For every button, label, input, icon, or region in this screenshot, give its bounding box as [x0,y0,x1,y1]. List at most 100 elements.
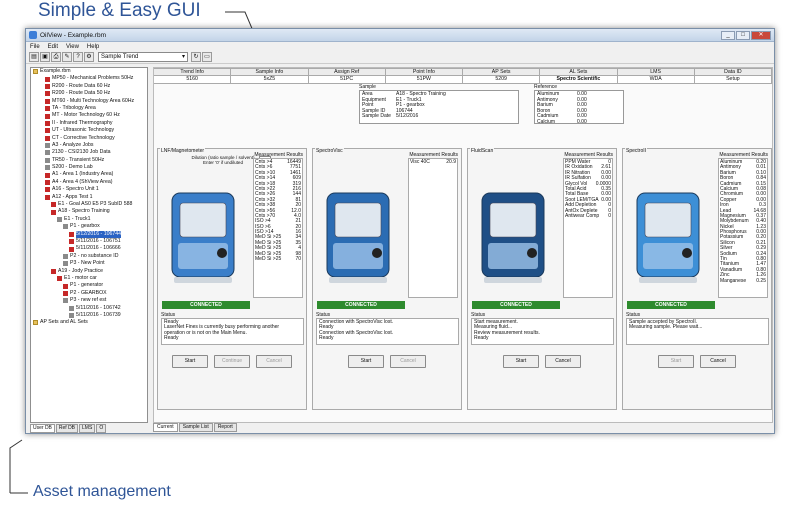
start-button[interactable]: Start [503,355,539,368]
status-log[interactable]: Sample accepted by SpectroII. Measuring s… [626,318,769,345]
tab-o[interactable]: O [96,424,107,433]
status-log[interactable]: Ready LaserNet Fines is currently busy pe… [161,318,304,345]
menu-edit[interactable]: Edit [48,44,58,50]
info-header-tab[interactable]: LMS [617,68,695,76]
tree-item[interactable]: P3 - New Point [31,260,147,267]
measurement-results[interactable]: Cnts >4 16449 Cnts >6 7751 Cnts >10 1461 Cnts … [253,158,303,298]
tree-item[interactable]: P2 - GEARBOX [31,290,147,297]
help-icon[interactable]: ? [73,52,83,62]
start-button[interactable]: Start [172,355,208,368]
continue-button[interactable]: Continue [214,355,250,368]
tree-item[interactable]: MT60 - Multi Technology Area 60Hz [31,98,147,105]
tree-item[interactable]: TA - Tribology Area [31,105,147,112]
menu-file[interactable]: File [30,44,40,50]
info-header-tab[interactable]: AP Sets [463,68,541,76]
reference-fields[interactable]: Aluminum 0.00 Antimony 0.00 Barium 0.00 Boron 0… [534,90,624,124]
tree-item[interactable]: P3 - new ref est [31,297,147,304]
tree-item[interactable]: E1 - motor car [31,275,147,282]
tab-user-db[interactable]: User DB [30,424,55,433]
status-line: Ready [474,335,489,342]
tree-item[interactable]: II - Infrared Thermography [31,120,147,127]
minimize-button[interactable]: _ [721,30,735,40]
asset-status-icon [45,180,50,186]
print-icon[interactable]: ⎙ [51,52,61,62]
info-header-tab[interactable]: AL Sets [540,68,618,76]
tree-item[interactable]: S200 - Demo Lab [31,164,147,171]
instrument-image [319,173,401,293]
tree-item[interactable]: 5/11/2016 - 106739 [31,312,147,319]
measurement-results[interactable]: PPM Water 0 IR Oxidation 2.61 IR Nitration 0.… [563,158,613,298]
properties-icon[interactable]: ✎ [62,52,72,62]
tab-sample-list[interactable]: Sample List [178,423,213,432]
tree-item[interactable]: E1 - Goal AS0 E5 P3 SubID 588 [31,201,147,208]
tree-item[interactable]: 5/11/2016 - 106751 [31,238,147,245]
tools-icon[interactable]: ⚙ [84,52,94,62]
asset-status-icon [51,202,56,208]
instrument-illustration [481,192,545,283]
tree-item-label: TA - Tribology Area [52,104,96,111]
tree-item[interactable]: MP50 - Mechanical Problems 50Hz [31,75,147,82]
tree-item[interactable]: R200 - Route Data 50 Hz [31,90,147,97]
tree-item[interactable]: A1 - Area 1 (Industry Area) [31,171,147,178]
menu-help[interactable]: Help [87,44,99,50]
tree-item[interactable]: A3 - Analyze Jobs [31,142,147,149]
tree-item[interactable]: P1 - generator [31,282,147,289]
tree-item[interactable]: 5/12/2016 - 106744 [31,230,147,238]
tree-item-label: AP Sets and AL Sets [40,319,88,326]
close-button[interactable]: ✕ [751,30,771,40]
measurement-results[interactable]: Visc 40C 20.9 [408,158,458,298]
info-header-tab[interactable]: Point Info [385,68,463,76]
tree-item[interactable]: A16 - Spectro Unit 1 [31,186,147,193]
info-header-tab[interactable]: Data ID [694,68,772,76]
measurement-results[interactable]: Aluminum 0.20 Antimony 0.01 Barium 0.10 Boron 0… [718,158,768,298]
status-log[interactable]: Connection with SpectroVisc lost. Ready Co… [316,318,459,345]
tree-item[interactable]: 2130 - CSI2130 Job Data [31,149,147,156]
start-button[interactable]: Start [348,355,384,368]
refresh-icon[interactable]: ↻ [191,52,201,62]
connected-status-badge: CONNECTED [472,301,560,309]
asset-status-icon [51,209,56,215]
info-value: Setup [694,76,772,84]
tree-item[interactable]: R200 - Route Data 60 Hz [31,83,147,90]
dilution-label: Dilution (ratio sample / solvent) Enter … [191,155,255,165]
result-value: 0 [608,212,611,219]
info-header-tab[interactable]: Assign Ref [308,68,386,76]
tree-item[interactable]: 5/11/2016 - 106666 [31,245,147,252]
tree-item[interactable]: P2 - no substance ID [31,253,147,260]
info-header-tab[interactable]: Trend Info [154,68,232,76]
tree-item[interactable]: A18 - Spectro Training [31,208,147,215]
tree-item[interactable]: A4 - Area 4 (ShView Area) [31,179,147,186]
tab-lms[interactable]: LMS [79,424,96,433]
tree-item[interactable]: AP Sets and AL Sets [31,319,147,326]
save-icon[interactable]: ▣ [40,52,50,62]
menu-view[interactable]: View [66,44,79,50]
status-log[interactable]: Start measurement. Measuring fluid... Revi… [471,318,614,345]
tree-item[interactable]: MT - Motor Technology 60 Hz [31,112,147,119]
cancel-button[interactable]: Cancel [390,355,426,368]
tree-item[interactable]: UT - Ultrasonic Technology [31,127,147,134]
tab-report[interactable]: Report [213,423,237,432]
cancel-button[interactable]: Cancel [545,355,581,368]
tree-item[interactable]: TR50 - Transient 50Hz [31,157,147,164]
tree-item[interactable]: A12 - Apps Test 1 [31,194,147,201]
cancel-button[interactable]: Cancel [700,355,736,368]
view-dropdown[interactable]: Sample Trend [98,52,188,62]
tree-item[interactable]: A19 - Jody Practice [31,268,147,275]
start-button[interactable]: Start [658,355,694,368]
status-line: Ready [319,335,334,342]
open-icon[interactable]: ▤ [29,52,39,62]
tree-item[interactable]: 5/11/2016 - 106742 [31,305,147,312]
tab-ref-db[interactable]: Ref DB [55,424,79,433]
sample-field-label: Sample Date [362,113,391,120]
folder-icon[interactable]: ▭ [202,52,212,62]
tree-item[interactable]: P1 - gearbox [31,223,147,230]
tree-item[interactable]: CT - Corrective Technology [31,135,147,142]
maximize-button[interactable]: □ [736,30,750,40]
info-header-tab[interactable]: Sample Info [231,68,309,76]
asset-tree[interactable]: Example.rbm MP50 - Mechanical Problems 50… [30,67,148,423]
tree-item[interactable]: E1 - Truck1 [31,216,147,223]
tree-item[interactable]: Example.rbm [31,68,147,75]
status-line: Ready [164,335,179,342]
tab-current[interactable]: Current [153,423,178,432]
cancel-button[interactable]: Cancel [256,355,292,368]
